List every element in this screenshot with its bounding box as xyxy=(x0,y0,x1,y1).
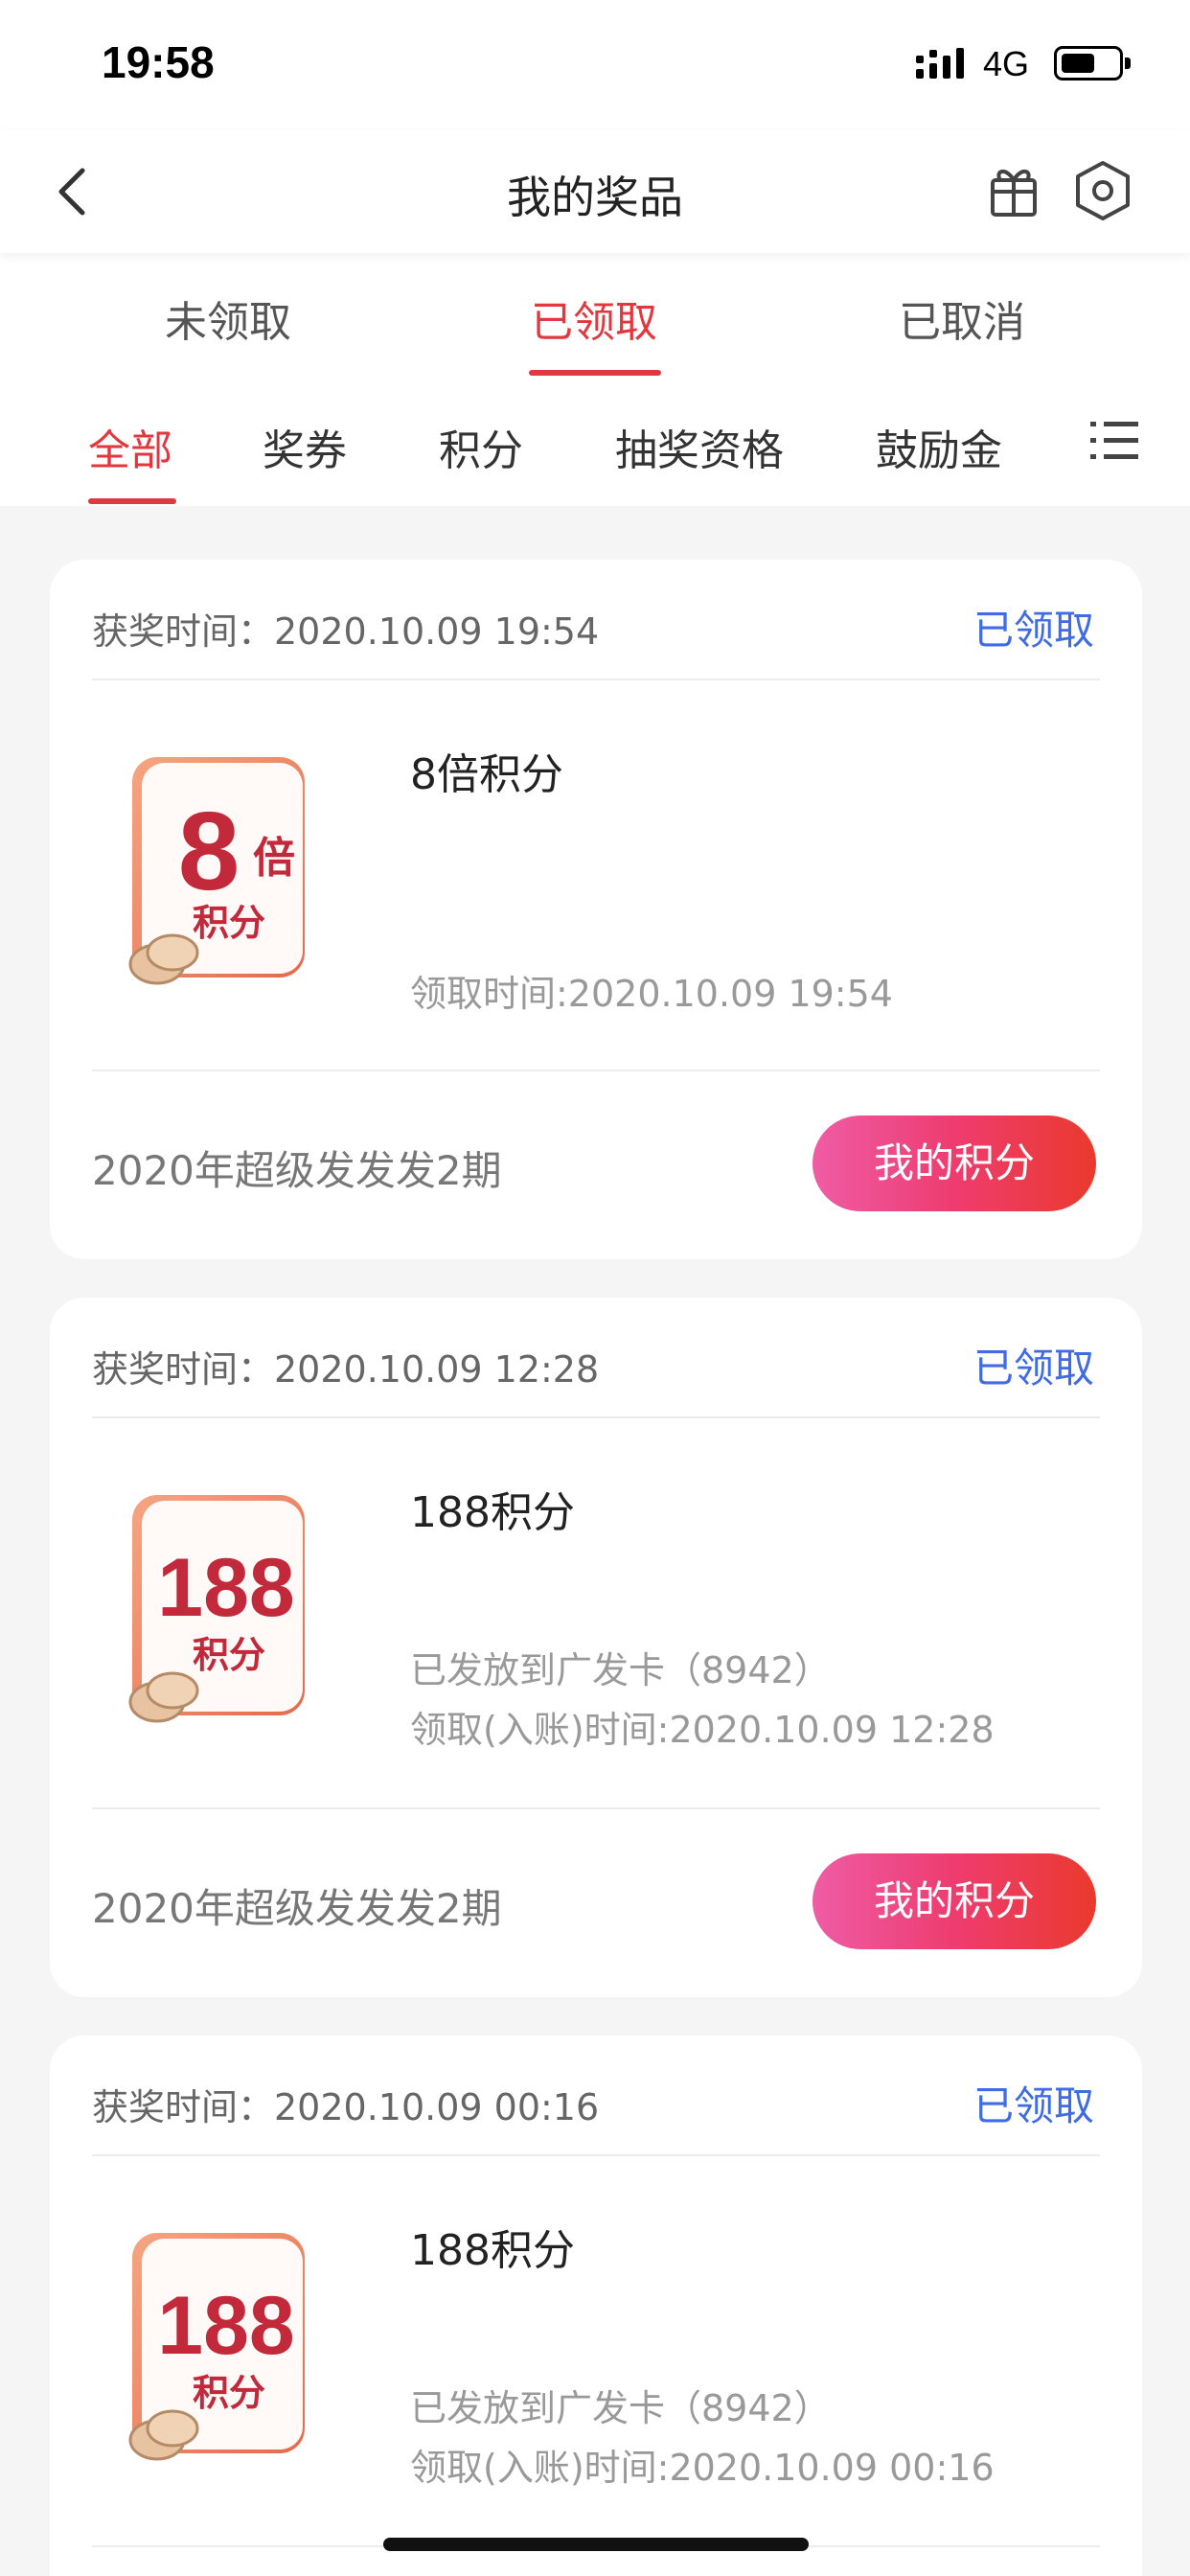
card-info: 已发放到广发卡（8942） xyxy=(410,1649,831,1691)
badge-big: 188 xyxy=(157,1542,295,1634)
claim-time: 领取时间:2020.10.09 19:54 xyxy=(410,973,893,1015)
category-tabs: 全部 奖券 积分 抽奖资格 鼓励金 xyxy=(0,380,1190,506)
category-lottery[interactable]: 抽奖资格 xyxy=(615,416,784,477)
tab-active-underline xyxy=(529,370,661,376)
list-icon[interactable] xyxy=(1090,418,1140,464)
status-time: 19:58 xyxy=(102,37,215,87)
claim-status: 已领取 xyxy=(973,2082,1094,2129)
status-tabs: 未领取 已领取 已取消 xyxy=(0,253,1190,380)
divider xyxy=(92,1070,1100,1071)
campaign-name: 2020年超级发发发2期 xyxy=(92,1885,502,1932)
prize-card: 获奖时间：2020.10.09 19:54 已领取 8 倍 积分 8倍积分 领取… xyxy=(50,560,1142,1259)
badge-big: 188 xyxy=(157,2280,295,2372)
gift-icon[interactable] xyxy=(987,161,1041,218)
prize-name: 8倍积分 xyxy=(410,750,563,799)
prize-card: 获奖时间：2020.10.09 00:16 已领取 188 积分 188积分 已… xyxy=(50,2036,1142,2576)
signal-icon xyxy=(916,48,964,79)
status-bar: 19:58 4G xyxy=(0,0,1190,130)
home-indicator xyxy=(383,2538,809,2551)
campaign-name: 2020年超级发发发2期 xyxy=(92,1147,502,1194)
nav-bar: 我的奖品 xyxy=(0,130,1190,253)
claim-time: 领取(入账)时间:2020.10.09 12:28 xyxy=(410,1709,995,1751)
category-points[interactable]: 积分 xyxy=(439,416,523,477)
tab-cancelled[interactable]: 已取消 xyxy=(818,288,1106,349)
category-coupons[interactable]: 奖券 xyxy=(263,416,347,477)
claim-time: 领取(入账)时间:2020.10.09 00:16 xyxy=(410,2447,995,2489)
prize-card: 获奖时间：2020.10.09 12:28 已领取 188 积分 188积分 已… xyxy=(50,1298,1142,1997)
badge-unit: 积分 xyxy=(193,2372,265,2414)
network-type: 4G xyxy=(983,44,1030,83)
win-time: 获奖时间：2020.10.09 00:16 xyxy=(92,2086,600,2128)
win-time: 获奖时间：2020.10.09 12:28 xyxy=(92,1348,600,1391)
points-badge-icon: 188 积分 xyxy=(128,1495,305,1723)
divider xyxy=(92,1807,1100,1809)
prize-name: 188积分 xyxy=(410,1488,575,1537)
prize-name: 188积分 xyxy=(410,2226,575,2275)
tab-unclaimed[interactable]: 未领取 xyxy=(84,288,372,349)
settings-icon[interactable] xyxy=(1069,157,1136,224)
divider xyxy=(92,1416,1100,1418)
points-badge-icon: 8 倍 积分 xyxy=(128,757,305,985)
battery-icon xyxy=(1054,46,1131,80)
category-all[interactable]: 全部 xyxy=(88,416,172,477)
divider xyxy=(92,678,1100,680)
my-points-button[interactable]: 我的积分 xyxy=(812,1116,1096,1211)
claim-status: 已领取 xyxy=(973,1345,1094,1392)
category-bonus[interactable]: 鼓励金 xyxy=(876,416,1002,477)
divider xyxy=(92,2154,1100,2156)
card-info: 已发放到广发卡（8942） xyxy=(410,2387,831,2429)
category-active-underline xyxy=(88,498,176,504)
claim-status: 已领取 xyxy=(973,607,1094,654)
badge-unit: 积分 xyxy=(193,1634,265,1676)
badge-big: 8 xyxy=(178,789,240,913)
points-badge-icon: 188 积分 xyxy=(128,2233,305,2461)
my-points-button[interactable]: 我的积分 xyxy=(812,1853,1096,1949)
badge-unit: 积分 xyxy=(193,902,265,944)
win-time: 获奖时间：2020.10.09 19:54 xyxy=(92,610,600,653)
badge-small: 倍 xyxy=(253,834,295,883)
tab-claimed[interactable]: 已领取 xyxy=(450,288,738,349)
